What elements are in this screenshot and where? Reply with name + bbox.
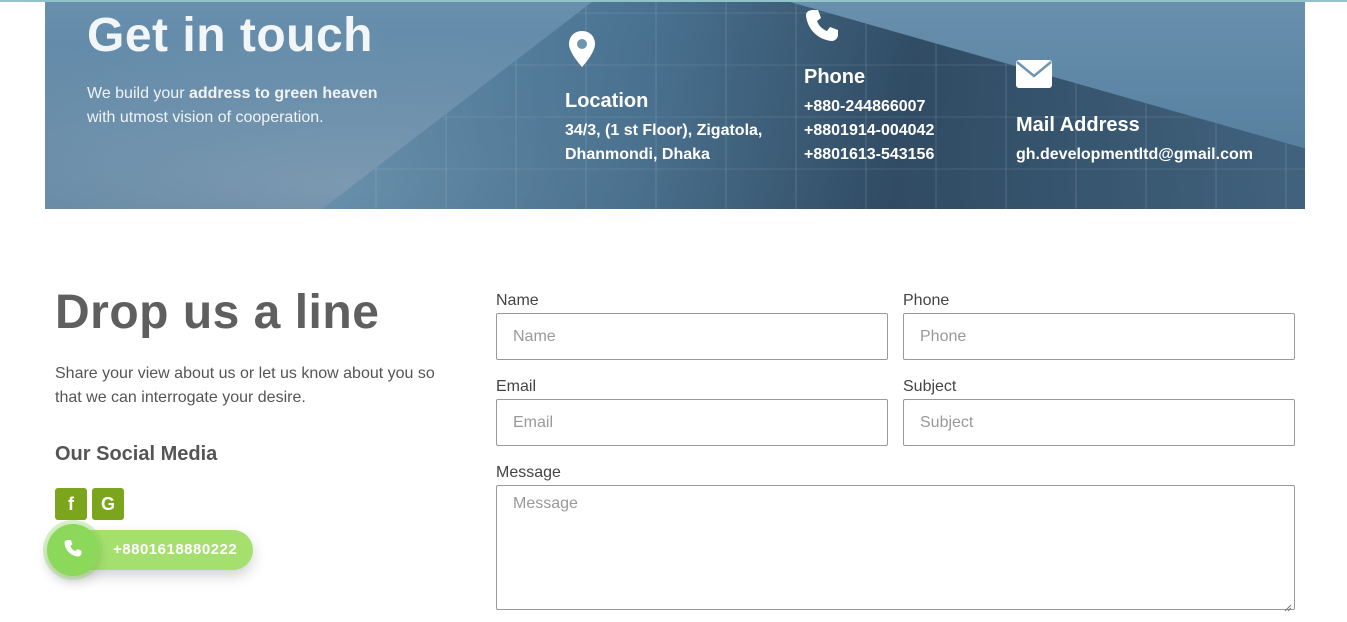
phone-placeholder: Phone: [920, 327, 967, 345]
phone-line-1[interactable]: +880-244866007: [804, 98, 925, 116]
contact-description: Share your view about us or let us know …: [55, 365, 435, 406]
phone-icon: [64, 539, 82, 562]
name-label: Name: [496, 292, 539, 309]
hero-title: Get in touch: [87, 9, 373, 62]
location-line-2: Dhanmondi, Dhaka: [565, 146, 710, 163]
message-label: Message: [496, 464, 561, 481]
mail-line-1[interactable]: gh.developmentltd@gmail.com: [1016, 146, 1253, 164]
phone-label: Phone: [903, 292, 950, 309]
location-line-1: 34/3, (1 st Floor), Zigatola,: [565, 122, 763, 139]
phone-line-3[interactable]: +8801613-543156: [804, 146, 934, 164]
name-field[interactable]: Name: [496, 313, 888, 360]
message-placeholder: Message: [513, 495, 578, 512]
phone-field[interactable]: Phone: [903, 313, 1295, 360]
google-button[interactable]: G: [92, 488, 124, 520]
social-media-title: Our Social Media: [55, 443, 218, 465]
envelope-icon: [1016, 60, 1052, 93]
subject-field[interactable]: Subject: [903, 399, 1295, 446]
hero-subtitle: We build your address to green heaven wi…: [87, 82, 407, 130]
google-icon: G: [100, 493, 115, 514]
phone-title: Phone: [804, 66, 866, 88]
hero-subtitle-bold: address to green heaven: [188, 85, 378, 102]
call-widget-button[interactable]: [47, 524, 99, 576]
facebook-button[interactable]: f: [55, 488, 87, 520]
mail-title: Mail Address: [1016, 114, 1140, 136]
drop-us-line-title: Drop us a line: [55, 286, 380, 339]
phone-icon: [805, 8, 839, 47]
facebook-icon: f: [68, 493, 74, 514]
message-field[interactable]: Message: [496, 485, 1295, 612]
email-field[interactable]: Email: [496, 399, 888, 446]
phone-line-2[interactable]: +8801914-004042: [804, 122, 934, 140]
subject-placeholder: Subject: [920, 413, 974, 431]
location-title: Location: [565, 90, 649, 112]
subject-label: Subject: [903, 378, 957, 395]
email-placeholder: Email: [513, 413, 554, 431]
name-placeholder: Name: [513, 327, 556, 345]
resize-grip-icon[interactable]: [1284, 599, 1292, 612]
map-pin-icon: [567, 30, 597, 73]
contact-hero-banner: Get in touch We build your address to gr…: [45, 2, 1305, 209]
hero-subtitle-suffix: with utmost vision of cooperation.: [87, 109, 324, 126]
call-widget-number[interactable]: +8801618880222: [113, 541, 237, 558]
hero-subtitle-prefix: We build your: [87, 85, 189, 102]
email-label: Email: [496, 378, 537, 395]
